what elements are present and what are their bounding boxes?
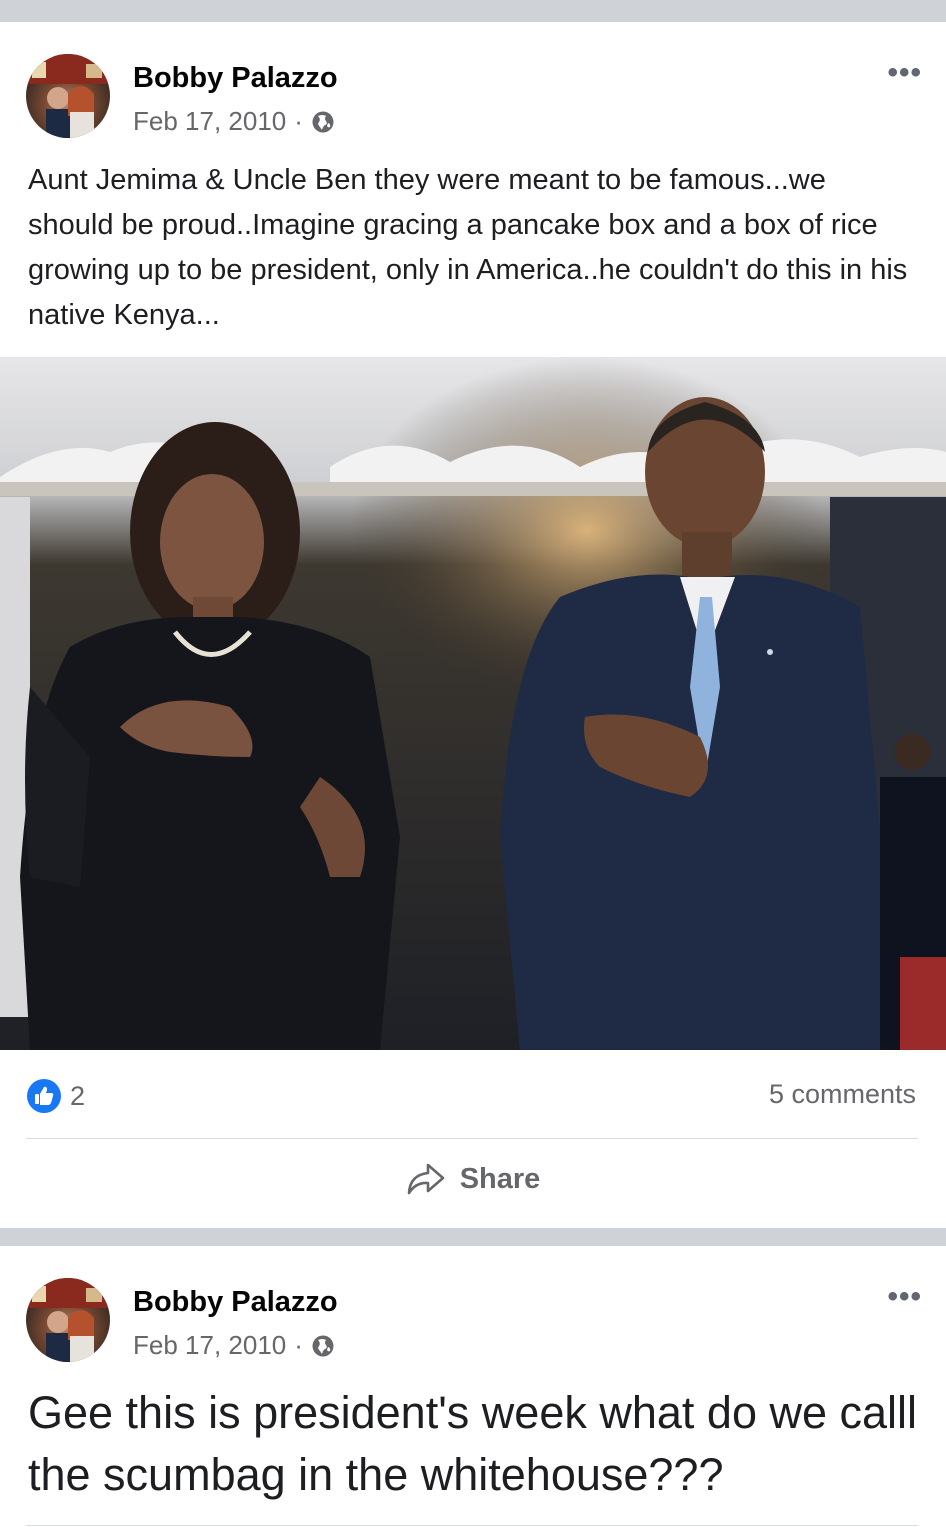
like-reaction-icon xyxy=(27,1079,61,1113)
share-label: Share xyxy=(459,1162,541,1195)
meta-separator: · xyxy=(294,1330,303,1360)
author-avatar[interactable] xyxy=(26,54,110,138)
author-name[interactable]: Bobby Palazzo xyxy=(133,1286,338,1319)
feed-separator xyxy=(0,1228,946,1246)
post-date[interactable]: Feb 17, 2010 xyxy=(133,106,286,137)
more-options-button[interactable]: ••• xyxy=(887,56,922,90)
post-bottom-divider xyxy=(26,1525,918,1526)
share-button[interactable]: Share xyxy=(0,1162,946,1196)
share-arrow-icon xyxy=(407,1163,444,1195)
post-text: Gee this is president's week what do we … xyxy=(28,1387,918,1500)
comments-count-link[interactable]: 5 comments xyxy=(769,1079,916,1110)
globe-icon xyxy=(312,111,334,132)
post-meta: Feb 17, 2010 · xyxy=(133,1330,335,1361)
more-options-button[interactable]: ••• xyxy=(887,1280,922,1314)
post-meta: Feb 17, 2010 · xyxy=(133,106,335,137)
reaction-count: 2 xyxy=(70,1080,86,1111)
post-text: Aunt Jemima & Uncle Ben they were meant … xyxy=(28,164,908,331)
reactions-summary[interactable]: 2 xyxy=(26,1078,85,1114)
meta-separator: · xyxy=(294,106,303,136)
author-name[interactable]: Bobby Palazzo xyxy=(133,62,338,95)
post-date[interactable]: Feb 17, 2010 xyxy=(133,1330,286,1361)
globe-icon xyxy=(312,1335,334,1356)
post-card: Bobby Palazzo Feb 17, 2010 · ••• Aunt Je… xyxy=(0,22,946,1228)
actions-divider xyxy=(26,1138,918,1139)
author-avatar[interactable] xyxy=(26,1278,110,1362)
post-photo[interactable] xyxy=(0,357,946,1050)
post-card: Bobby Palazzo Feb 17, 2010 · ••• Gee thi… xyxy=(0,1246,946,1527)
feed-separator-top xyxy=(0,0,946,22)
